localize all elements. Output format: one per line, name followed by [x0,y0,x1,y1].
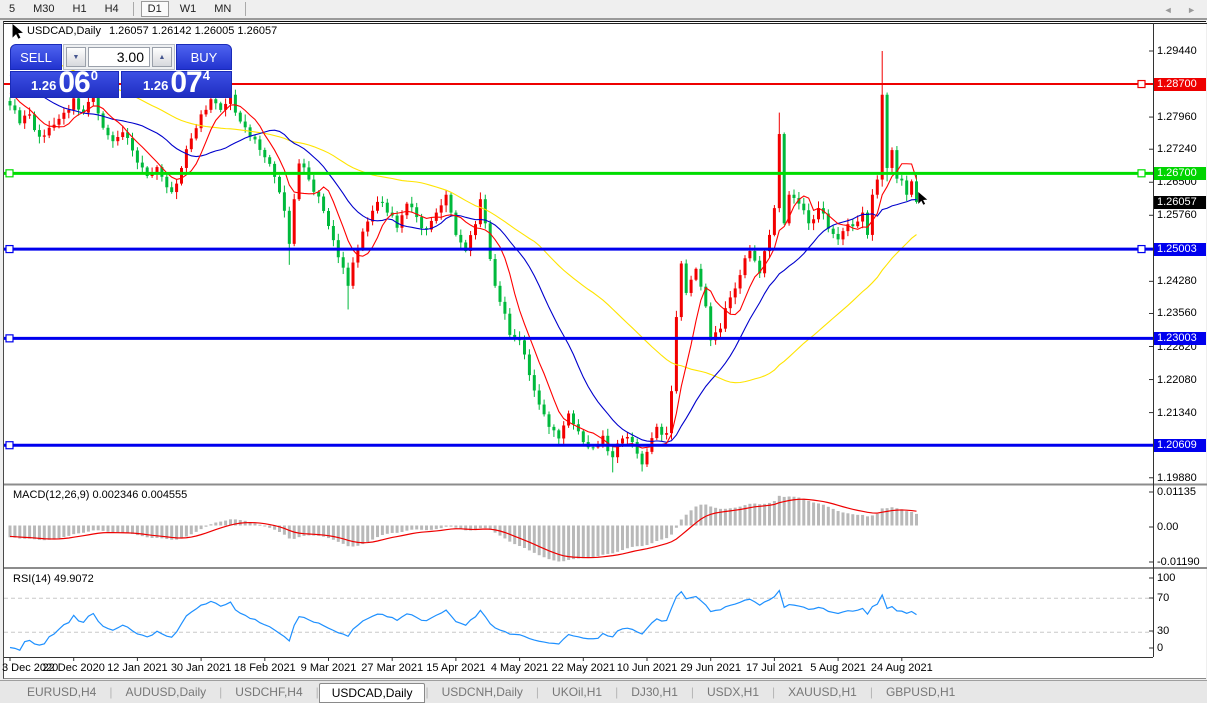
date-label: 4 May 2021 [491,662,548,674]
tab-XAUUSD-H1[interactable]: XAUUSD,H1 [775,683,870,701]
tab-GBPUSD-H1[interactable]: GBPUSD,H1 [873,683,968,701]
volume-decrease-button[interactable]: ▼ [66,47,86,67]
macd-axis-label: -0.01190 [1157,556,1200,568]
macd-axis-label: 0.00 [1157,521,1178,533]
chart-symbol-period: USDCAD,Daily [27,25,101,37]
price-axis-label: 1.22080 [1157,374,1197,386]
sell-button[interactable]: SELL [10,44,62,70]
date-label: 24 Aug 2021 [871,662,933,674]
price-axis-label: 1.25760 [1157,209,1197,221]
timeframe-button-M30[interactable]: M30 [26,1,61,17]
macd-axis-label: 0.01135 [1157,486,1196,498]
toolbar-separator [245,2,246,16]
date-label: 22 May 2021 [551,662,615,674]
mouse-cursor-icon [917,192,929,205]
toolbar-separator [133,2,134,16]
tab-USDCAD-Daily[interactable]: USDCAD,Daily [319,683,426,703]
sell-price-small: 1.26 [31,78,56,93]
buy-price-sup: 4 [203,68,210,83]
tab-USDCHF-H4[interactable]: USDCHF,H4 [222,683,315,701]
date-label: 22 Dec 2020 [42,662,104,674]
sell-price-sup: 0 [91,68,98,83]
date-label: 27 Mar 2021 [361,662,423,674]
price-axis-label: 1.27240 [1157,143,1197,155]
price-axis-label: 1.24280 [1157,275,1197,287]
price-badge: 1.26700 [1154,167,1206,180]
date-label: 10 Jun 2021 [617,662,678,674]
buy-price-small: 1.26 [143,78,168,93]
symbol-tab-bar: EURUSD,H4|AUDUSD,Daily|USDCHF,H4|USDCAD,… [0,680,1207,703]
volume-increase-button[interactable]: ▲ [152,47,172,67]
chart-ohlc-values: 1.26057 1.26142 1.26005 1.26057 [109,25,277,37]
rsi-axis-label: 100 [1157,572,1175,584]
sell-price-big: 06 [58,70,89,96]
price-badge: 1.25003 [1154,243,1206,256]
date-label: 15 Apr 2021 [426,662,485,674]
price-axis-label: 1.27960 [1157,111,1197,123]
macd-label: MACD(12,26,9) 0.002346 0.004555 [13,489,187,501]
rsi-axis-label: 30 [1157,625,1169,637]
chart-cursor-icon [11,24,25,39]
tab-scroll-arrows[interactable]: ◄ ► [1164,5,1202,15]
date-label: 18 Feb 2021 [234,662,296,674]
tab-DJ30-H1[interactable]: DJ30,H1 [618,683,691,701]
sell-price-display[interactable]: 1.26060 [10,71,119,98]
timeframe-button-H1[interactable]: H1 [66,1,94,17]
tab-AUDUSD-Daily[interactable]: AUDUSD,Daily [112,683,219,701]
tab-EURUSD-H4[interactable]: EURUSD,H4 [14,683,109,701]
rsi-label: RSI(14) 49.9072 [13,573,94,585]
rsi-axis-label: 0 [1157,642,1163,654]
price-axis-label: 1.19880 [1157,472,1197,484]
date-label: 29 Jun 2021 [680,662,741,674]
volume-input[interactable]: 3.00 [88,47,150,67]
tab-USDCNH-Daily[interactable]: USDCNH,Daily [429,683,536,701]
price-axis-label: 1.29440 [1157,45,1197,57]
price-axis-label: 1.21340 [1157,407,1197,419]
chart-title: USDCAD,Daily 1.26057 1.26142 1.26005 1.26… [27,25,277,37]
timeframe-toolbar: 5M30 H1H4 D1W1MN [0,0,1207,20]
price-badge: 1.26057 [1154,196,1206,209]
date-label: 30 Jan 2021 [171,662,232,674]
rsi-axis-label: 70 [1157,592,1169,604]
timeframe-button-W1[interactable]: W1 [173,1,204,17]
price-axis-label: 1.23560 [1157,307,1197,319]
timeframe-button-5[interactable]: 5 [2,1,22,17]
tab-UKOil-H1[interactable]: UKOil,H1 [539,683,615,701]
tab-USDX-H1[interactable]: USDX,H1 [694,683,772,701]
timeframe-button-MN[interactable]: MN [207,1,238,17]
price-badge: 1.28700 [1154,78,1206,91]
price-badge: 1.23003 [1154,332,1206,345]
date-label: 5 Aug 2021 [810,662,866,674]
timeframe-button-H4[interactable]: H4 [98,1,126,17]
timeframe-button-D1[interactable]: D1 [141,1,169,17]
chart-canvas[interactable] [4,23,1207,677]
one-click-trading-panel: SELL ▼ 3.00 ▲ BUY 1.26060 1.26074 [10,44,232,98]
date-label: 9 Mar 2021 [301,662,357,674]
date-label: 12 Jan 2021 [107,662,168,674]
buy-price-big: 07 [170,70,201,96]
buy-price-display[interactable]: 1.26074 [121,71,232,98]
date-label: 17 Jul 2021 [746,662,803,674]
price-badge: 1.20609 [1154,439,1206,452]
